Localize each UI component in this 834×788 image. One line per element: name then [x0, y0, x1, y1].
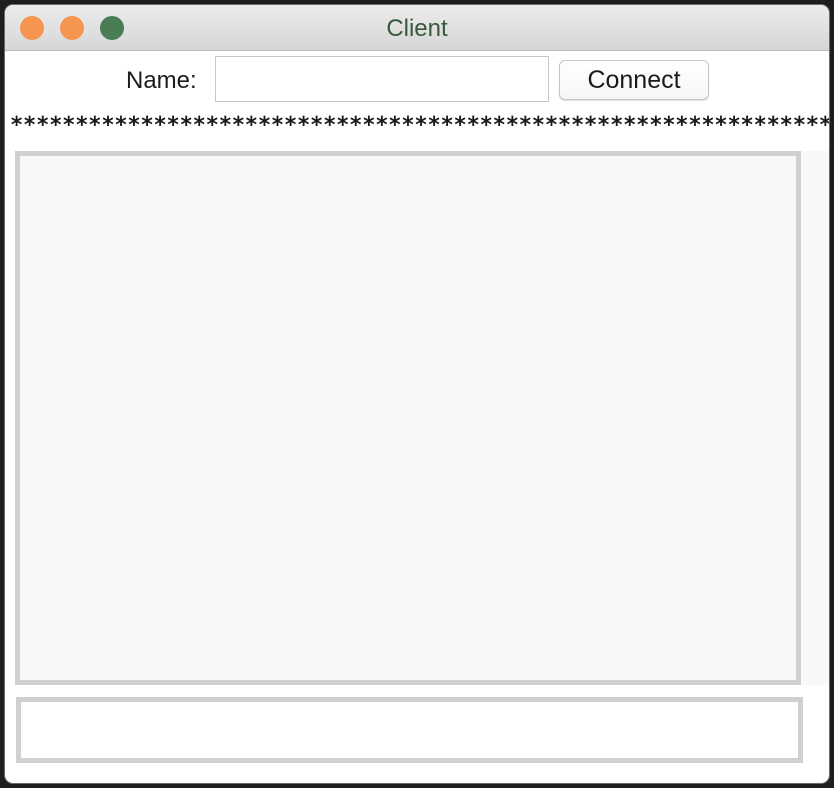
name-input[interactable] — [215, 56, 549, 102]
window-title: Client — [386, 15, 448, 42]
client-window: Client Name: Connect *******************… — [4, 4, 830, 784]
connection-toolbar: Name: Connect — [5, 56, 829, 104]
message-display-area[interactable] — [15, 151, 801, 685]
title-bar[interactable]: Client — [5, 5, 829, 51]
separator-line: ****************************************… — [10, 115, 830, 137]
message-scroll-region — [801, 151, 829, 685]
connect-button[interactable]: Connect — [559, 60, 709, 100]
message-entry-field[interactable] — [16, 697, 803, 763]
name-label: Name: — [126, 67, 197, 94]
